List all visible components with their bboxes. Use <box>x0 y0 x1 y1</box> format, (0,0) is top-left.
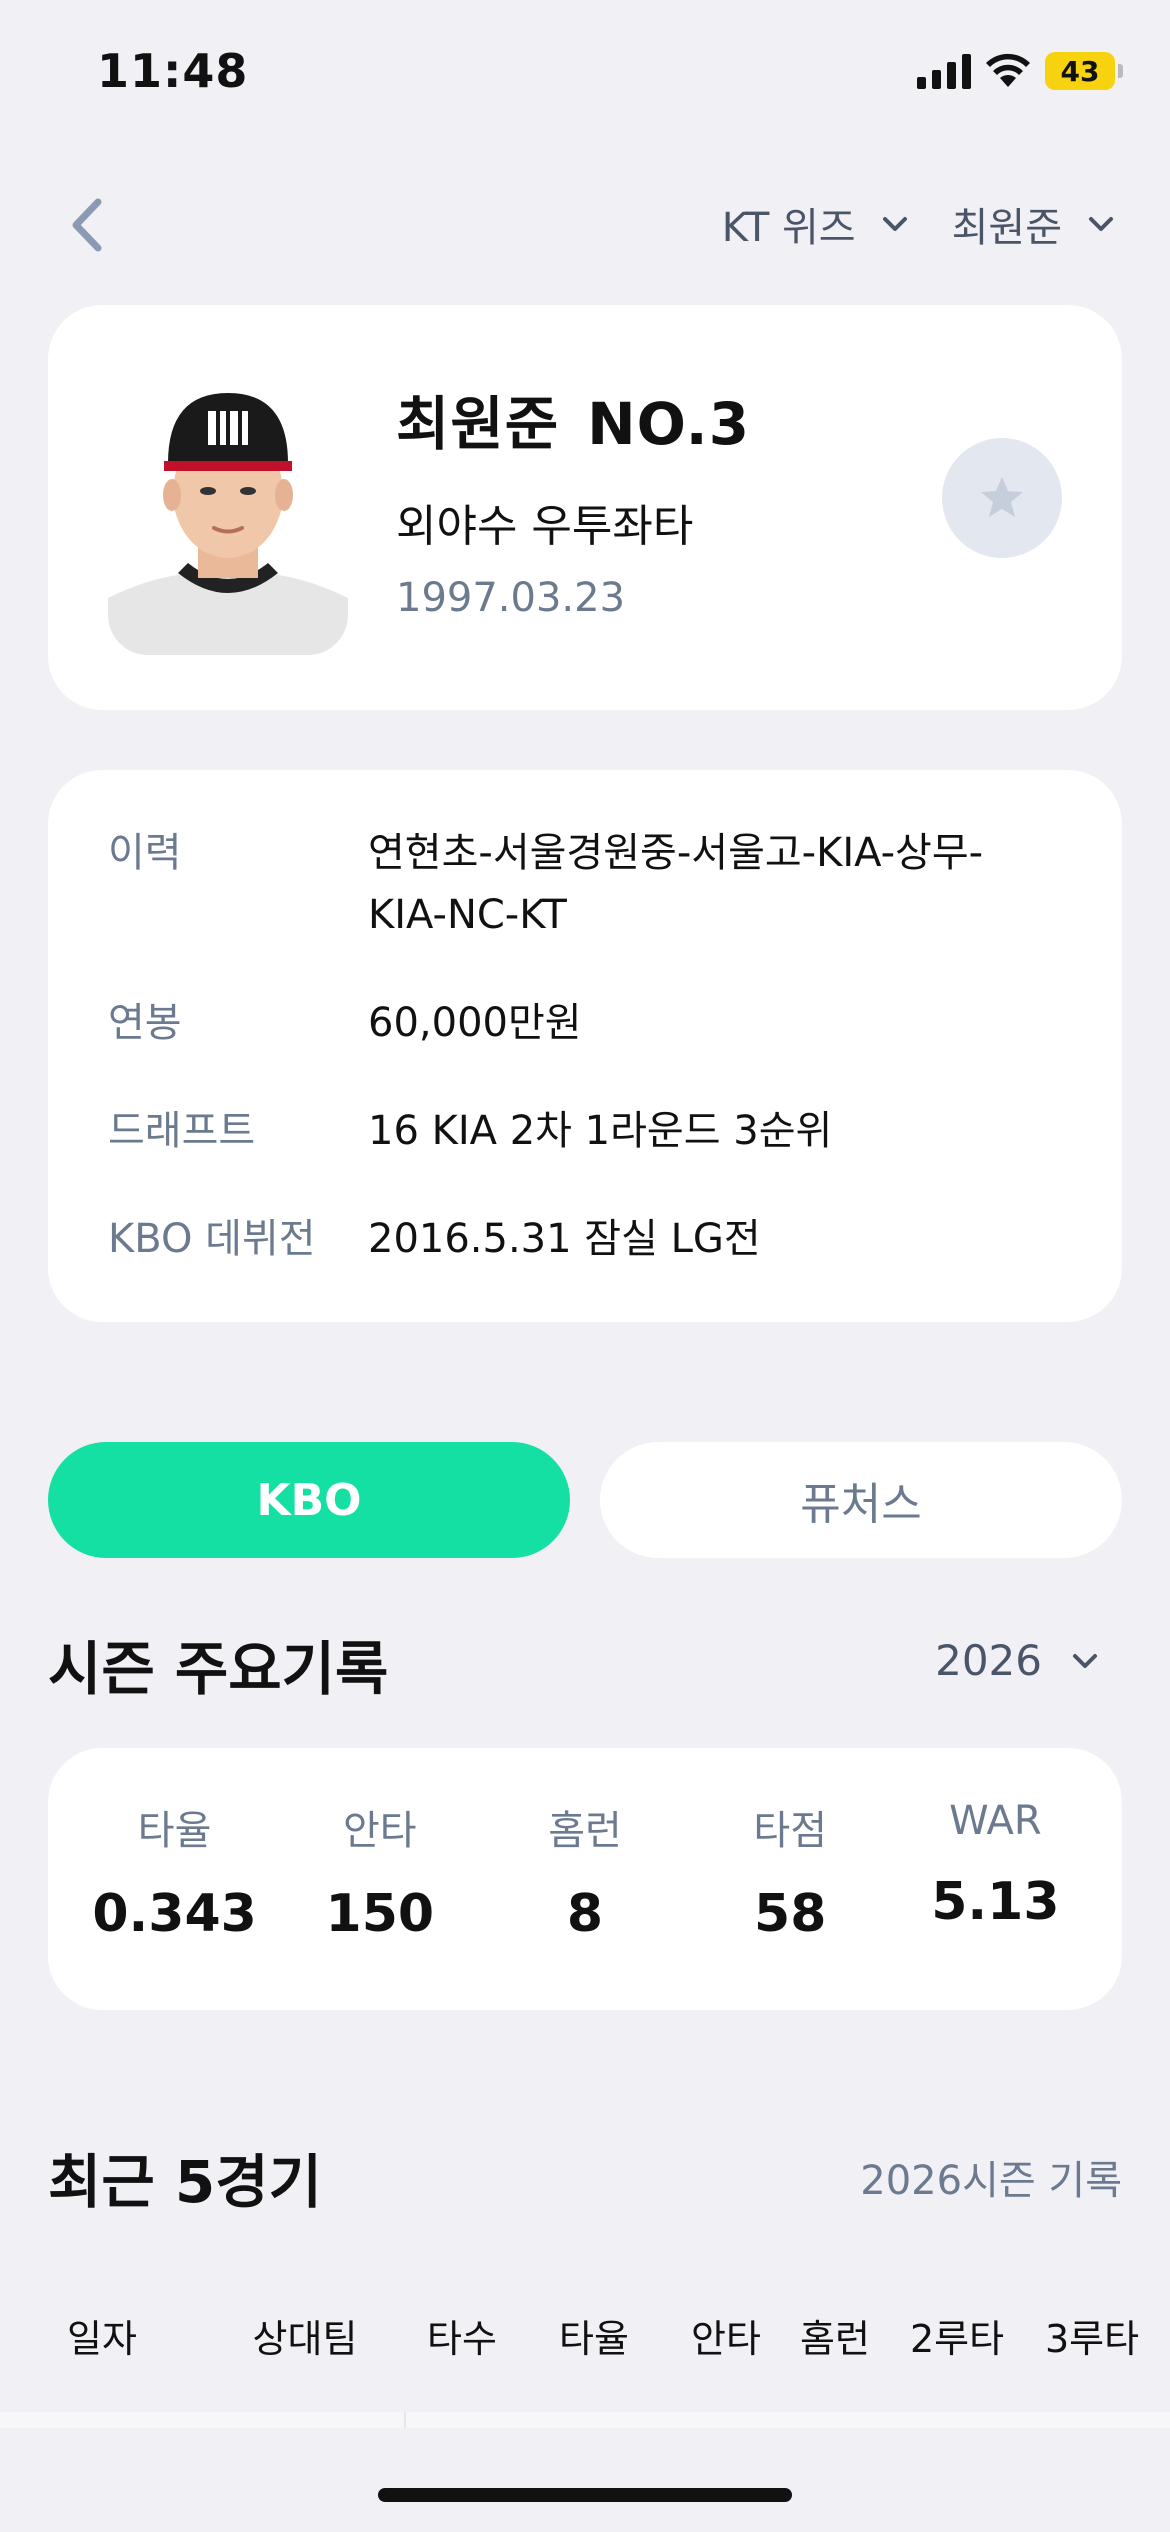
column-header: 홈런 <box>800 2317 870 2361</box>
info-value: 16 KIA 2차 1라운드 3순위 <box>368 1108 833 1154</box>
stat-value: 150 <box>325 1884 435 1944</box>
info-row-debut: KBO 데뷔전 2016.5.31 잠실 LG전 <box>108 1208 1068 1270</box>
info-row-salary: 연봉 60,000만원 <box>108 992 1068 1054</box>
team-dropdown[interactable]: KT 위즈 <box>722 195 912 253</box>
year-dropdown[interactable]: 2026 <box>935 1636 1102 1685</box>
player-name-line: 최원준 NO.3 <box>396 377 750 461</box>
player-info-card: 이력 연현초-서울경원중-서울고-KIA-상무- KIA-NC-KT 연봉 60… <box>48 770 1122 1322</box>
recent-title: 최근 5경기 <box>48 2148 322 2216</box>
column-header: 타율 <box>559 2317 629 2361</box>
column-header: 상대팀 <box>252 2317 358 2361</box>
stat-value: 58 <box>754 1884 827 1944</box>
stat-value: 5.13 <box>931 1872 1060 1932</box>
season-stats-card: 타율 0.343 안타 150 홈런 8 타점 58 WAR 5.13 <box>48 1748 1122 2010</box>
team-dropdown-label: KT 위즈 <box>721 205 856 251</box>
player-dropdown-label: 최원준 <box>951 205 1062 251</box>
stat-war: WAR 5.13 <box>893 1748 1098 2010</box>
info-label: 드래프트 <box>108 1108 256 1154</box>
season-title: 시즌 주요기록 <box>48 1635 389 1703</box>
info-value: 60,000만원 <box>368 1000 582 1046</box>
info-label: KBO 데뷔전 <box>108 1216 316 1262</box>
table-divider <box>404 2412 406 2428</box>
info-label: 연봉 <box>108 1000 182 1046</box>
status-time: 11:48 <box>97 44 249 98</box>
favorite-button[interactable] <box>942 438 1062 558</box>
career-line-1: 연현초-서울경원중-서울고-KIA-상무- <box>368 830 984 876</box>
nav-dropdowns: KT 위즈 최원준 <box>722 195 1118 253</box>
column-header: 타수 <box>427 2317 497 2361</box>
stat-hits: 안타 150 <box>277 1748 482 2010</box>
player-name: 최원준 <box>396 390 560 458</box>
star-icon <box>981 477 1023 517</box>
info-label: 이력 <box>108 830 182 876</box>
home-indicator[interactable] <box>378 2488 792 2502</box>
cellular-signal-icon <box>917 53 971 89</box>
tab-futures[interactable]: 퓨처스 <box>600 1442 1122 1558</box>
stat-value: 0.343 <box>92 1884 257 1944</box>
chevron-down-icon <box>882 217 907 231</box>
info-row-draft: 드래프트 16 KIA 2차 1라운드 3순위 <box>108 1100 1068 1162</box>
stat-label: 타점 <box>753 1808 828 1854</box>
player-dropdown[interactable]: 최원준 <box>952 195 1118 253</box>
column-header: 일자 <box>67 2317 137 2361</box>
stat-label: WAR <box>949 1798 1042 1844</box>
column-header: 3루타 <box>1044 2317 1140 2361</box>
player-position: 외야수 우투좌타 <box>396 501 694 552</box>
chevron-down-icon <box>1089 217 1113 231</box>
table-row-strip <box>0 2412 1170 2428</box>
stat-rbi: 타점 58 <box>688 1748 893 2010</box>
chevron-left-icon <box>72 198 102 252</box>
stat-value: 8 <box>566 1884 604 1944</box>
info-value: 연현초-서울경원중-서울고-KIA-상무- KIA-NC-KT <box>368 822 1068 946</box>
back-button[interactable] <box>58 190 118 260</box>
player-profile-card: 최원준 NO.3 외야수 우투좌타 1997.03.23 <box>48 305 1122 710</box>
stat-label: 타율 <box>137 1808 212 1854</box>
chevron-down-icon <box>1073 1653 1097 1668</box>
player-photo <box>108 373 348 655</box>
info-value: 2016.5.31 잠실 LG전 <box>368 1216 761 1262</box>
column-header: 안타 <box>691 2317 761 2361</box>
stat-avg: 타율 0.343 <box>72 1748 277 2010</box>
player-birthdate: 1997.03.23 <box>396 575 626 621</box>
stat-homeruns: 홈런 8 <box>482 1748 687 2010</box>
stat-label: 안타 <box>343 1808 417 1854</box>
year-dropdown-label: 2026 <box>935 1636 1042 1685</box>
recent-table-header: 일자 상대팀 타수 타율 안타 홈런 2루타 3루타 <box>0 2308 1170 2368</box>
career-line-2: KIA-NC-KT <box>368 892 567 938</box>
status-icons: 43 <box>917 52 1123 90</box>
info-row-career: 이력 연현초-서울경원중-서울고-KIA-상무- KIA-NC-KT <box>108 822 1068 946</box>
tab-kbo[interactable]: KBO <box>48 1442 570 1558</box>
player-number: NO.3 <box>587 390 751 458</box>
stat-label: 홈런 <box>548 1808 622 1854</box>
wifi-icon <box>986 53 1030 87</box>
recent-season-note: 2026시즌 기록 <box>860 2158 1122 2204</box>
battery-icon: 43 <box>1045 52 1123 90</box>
column-header: 2루타 <box>909 2317 1005 2361</box>
